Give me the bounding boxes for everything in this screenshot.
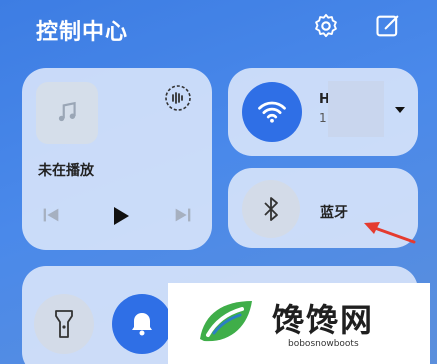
gear-icon[interactable] — [312, 12, 340, 40]
album-art — [36, 82, 98, 144]
page-title: 控制中心 — [36, 20, 129, 45]
media-card[interactable]: 未在播放 — [22, 68, 212, 250]
bluetooth-toggle[interactable] — [242, 180, 300, 238]
play-icon[interactable] — [108, 204, 132, 228]
music-note-icon — [58, 101, 76, 122]
skip-previous-icon[interactable] — [40, 204, 62, 226]
bell-icon — [132, 313, 152, 336]
watermark-text: 馋馋网 — [272, 301, 375, 339]
triangle-down-icon[interactable] — [394, 105, 406, 115]
site-watermark: 馋馋网 bobosnowboots — [168, 283, 430, 364]
wifi-card[interactable]: H 1 — [228, 68, 418, 156]
bluetooth-label: 蓝牙 — [320, 205, 348, 221]
edit-icon[interactable] — [374, 12, 402, 40]
leaf-logo-icon — [200, 301, 252, 342]
wifi-network-detail: 1 — [319, 111, 327, 125]
annotation-arrow — [364, 222, 416, 244]
flashlight-icon — [55, 310, 73, 338]
bluetooth-icon — [264, 197, 278, 221]
flashlight-toggle[interactable] — [34, 294, 94, 354]
playback-status: 未在播放 — [38, 163, 94, 179]
watermark-url: bobosnowboots — [288, 339, 359, 349]
redacted-block — [328, 81, 384, 137]
wifi-icon — [258, 101, 286, 123]
audio-cast-icon[interactable] — [162, 82, 194, 114]
wifi-toggle[interactable] — [242, 82, 302, 142]
ring-mode-toggle[interactable] — [112, 294, 172, 354]
skip-next-icon[interactable] — [172, 204, 194, 226]
